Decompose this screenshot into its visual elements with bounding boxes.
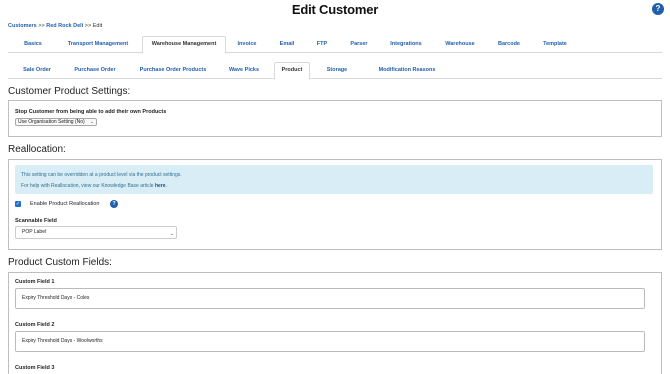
tab-purchase-order[interactable]: Purchase Order [68,62,122,79]
tab-invoice[interactable]: Invoice [232,36,262,53]
help-icon[interactable]: ? [110,200,118,208]
tab-warehouse[interactable]: Warehouse [440,36,480,53]
product-settings-heading: Customer Product Settings: [8,86,131,97]
chevron-down-icon: ⌄ [169,231,174,237]
reallocation-checkbox[interactable]: ✓ [15,201,21,207]
tab-parser[interactable]: Parser [344,36,374,53]
primary-tab-bar: Basics Transport Management Warehouse Ma… [8,36,662,54]
tab-integrations[interactable]: Integrations [384,36,428,53]
info-text: For help with Reallocation, view our Kno… [21,183,154,189]
stop-products-value: Use Organisation Setting (No) [18,119,85,125]
tab-purchase-order-products[interactable]: Purchase Order Products [132,62,214,79]
knowledge-base-link[interactable]: here [155,183,166,189]
custom-field-input[interactable]: Expiry Threshold Days - Coles [15,288,645,309]
tab-storage[interactable]: Storage [320,62,354,79]
tab-modification-reasons[interactable]: Modification Reasons [364,62,450,79]
reallocation-checkbox-label: Enable Product Reallocation [30,201,100,207]
breadcrumb-separator: >> [84,23,92,29]
info-line: This setting can be overridden at a prod… [21,172,182,178]
custom-field-input[interactable]: Expiry Threshold Days - Woolworths [15,331,645,352]
breadcrumb-current: Edit [92,23,103,29]
custom-field-label: Custom Field 1 [15,279,55,285]
tab-wave-picks[interactable]: Wave Picks [224,62,264,79]
stop-products-select[interactable]: Use Organisation Setting (No) ⌄ [15,118,97,126]
scannable-field-value: POP Label [22,229,47,235]
breadcrumb-customers-link[interactable]: Customers [8,23,37,29]
custom-fields-panel: Custom Field 1 Expiry Threshold Days - C… [8,272,662,374]
custom-fields-heading: Product Custom Fields: [8,257,112,268]
tab-basics[interactable]: Basics [16,36,50,53]
scannable-field-label: Scannable Field [15,218,57,224]
stop-products-label: Stop Customer from being able to add the… [15,109,167,115]
breadcrumb: Customers >> Red Rock Deli >> Edit [8,23,102,29]
tab-transport-management[interactable]: Transport Management [60,36,136,53]
secondary-tab-bar: Sale Order Purchase Order Purchase Order… [8,62,662,80]
tab-product[interactable]: Product [274,62,310,80]
reallocation-heading: Reallocation: [8,144,66,155]
scannable-field-select[interactable]: POP Label ⌄ [15,226,177,239]
tab-sale-order[interactable]: Sale Order [16,62,58,79]
breadcrumb-separator: >> [38,23,45,29]
chevron-down-icon: ⌄ [89,119,94,125]
reallocation-panel: This setting can be overridden at a prod… [8,159,662,250]
breadcrumb-customer-link[interactable]: Red Rock Deli [46,23,83,29]
tab-barcode[interactable]: Barcode [492,36,526,53]
custom-field-label: Custom Field 2 [15,322,55,328]
product-settings-panel: Stop Customer from being able to add the… [8,100,662,137]
help-icon[interactable]: ? [652,3,664,15]
info-box: This setting can be overridden at a prod… [15,165,653,194]
page-title: Edit Customer [291,2,379,17]
custom-field-label: Custom Field 3 [15,365,55,371]
tab-ftp[interactable]: FTP [312,36,332,53]
info-line: For help with Reallocation, view our Kno… [21,183,167,189]
info-text: . [165,183,167,189]
tab-template[interactable]: Template [536,36,574,53]
tab-warehouse-management[interactable]: Warehouse Management [142,36,226,54]
tab-email[interactable]: Email [274,36,300,53]
